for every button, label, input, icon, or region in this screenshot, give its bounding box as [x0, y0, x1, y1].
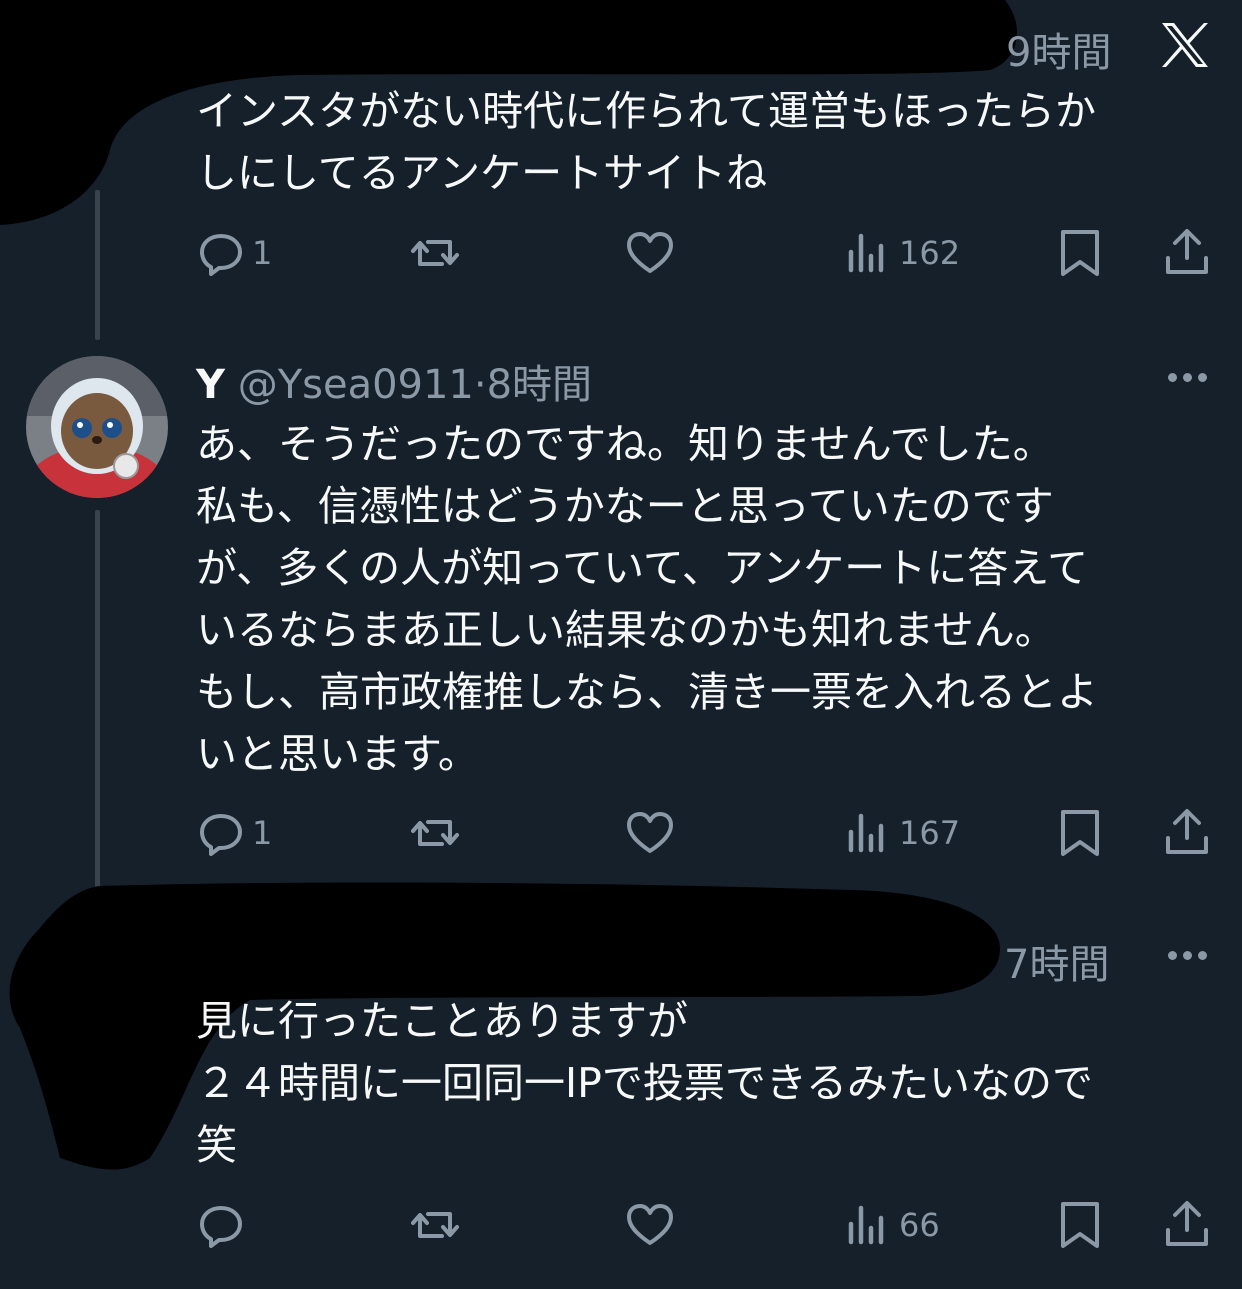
more-icon [1168, 951, 1177, 960]
reply-button[interactable]: 1 [196, 228, 272, 278]
views-button[interactable]: 162 [843, 228, 960, 278]
views-icon [848, 813, 884, 853]
tweet-time[interactable]: 9時間 [1006, 20, 1111, 78]
view-count: 162 [899, 234, 961, 272]
reply-count: 1 [252, 814, 273, 852]
view-count: 66 [899, 1206, 940, 1244]
bookmark-icon [1061, 810, 1099, 856]
bookmark-button[interactable] [1055, 1200, 1105, 1250]
share-icon [1166, 809, 1208, 854]
reply-icon [200, 234, 242, 276]
bookmark-icon [1061, 230, 1099, 276]
bookmark-button[interactable] [1055, 228, 1105, 278]
tweet-time[interactable]: 8時間 [487, 362, 592, 408]
tweet-time[interactable]: 7時間 [1004, 932, 1109, 990]
more-icon [1168, 373, 1177, 382]
retweet-icon [411, 240, 459, 266]
display-name[interactable]: Y [196, 362, 225, 408]
tweet-header: Y @Ysea0911·8時間 [196, 352, 592, 410]
view-count: 167 [899, 814, 961, 852]
like-icon [627, 1204, 673, 1245]
views-button[interactable]: 167 [843, 808, 960, 858]
separator-dot: · [473, 362, 487, 408]
more-button[interactable] [1168, 373, 1207, 382]
bookmark-icon [1061, 1202, 1099, 1248]
like-button[interactable] [625, 1200, 681, 1250]
bookmark-button[interactable] [1055, 808, 1105, 858]
share-icon [1166, 229, 1208, 274]
retweet-button[interactable] [410, 228, 466, 278]
more-icon-dot [1198, 951, 1207, 960]
thread-line-middle [95, 510, 100, 890]
reply-button[interactable] [196, 1200, 252, 1250]
share-button[interactable] [1162, 808, 1212, 858]
tweet-text: 見に行ったことありますが ２４時間に一回同一IPで投票できるみたいなので 笑 [196, 997, 1093, 1169]
retweet-icon [411, 820, 459, 846]
retweet-button[interactable] [410, 808, 466, 858]
share-button[interactable] [1162, 1200, 1212, 1250]
views-icon [848, 233, 884, 273]
user-handle[interactable]: @Ysea0911 [238, 362, 474, 408]
reply-icon [200, 1206, 242, 1248]
views-icon [848, 1205, 884, 1245]
like-icon [627, 232, 673, 273]
reply-button[interactable]: 1 [196, 808, 272, 858]
tweet-text: インスタがない時代に作られて運営もほったらか しにしてるアンケートサイトね [196, 87, 1096, 197]
more-button[interactable] [1168, 951, 1207, 960]
like-icon [627, 812, 673, 853]
tweet-text: あ、そうだったのですね。知りませんでした。 私も、信憑性はどうかなーと思っていた… [196, 420, 1098, 778]
more-icon-dot [1198, 373, 1207, 382]
retweet-button[interactable] [410, 1200, 466, 1250]
share-icon [1166, 1201, 1208, 1246]
like-button[interactable] [625, 228, 681, 278]
share-button[interactable] [1162, 228, 1212, 278]
like-button[interactable] [625, 808, 681, 858]
retweet-icon [411, 1212, 459, 1238]
more-icon-dot [1183, 373, 1192, 382]
more-icon-dot [1183, 951, 1192, 960]
x-logo-icon[interactable] [1158, 20, 1212, 70]
reply-icon [200, 814, 242, 856]
reply-count: 1 [252, 234, 273, 272]
avatar[interactable] [26, 356, 168, 498]
views-button[interactable]: 66 [843, 1200, 940, 1250]
